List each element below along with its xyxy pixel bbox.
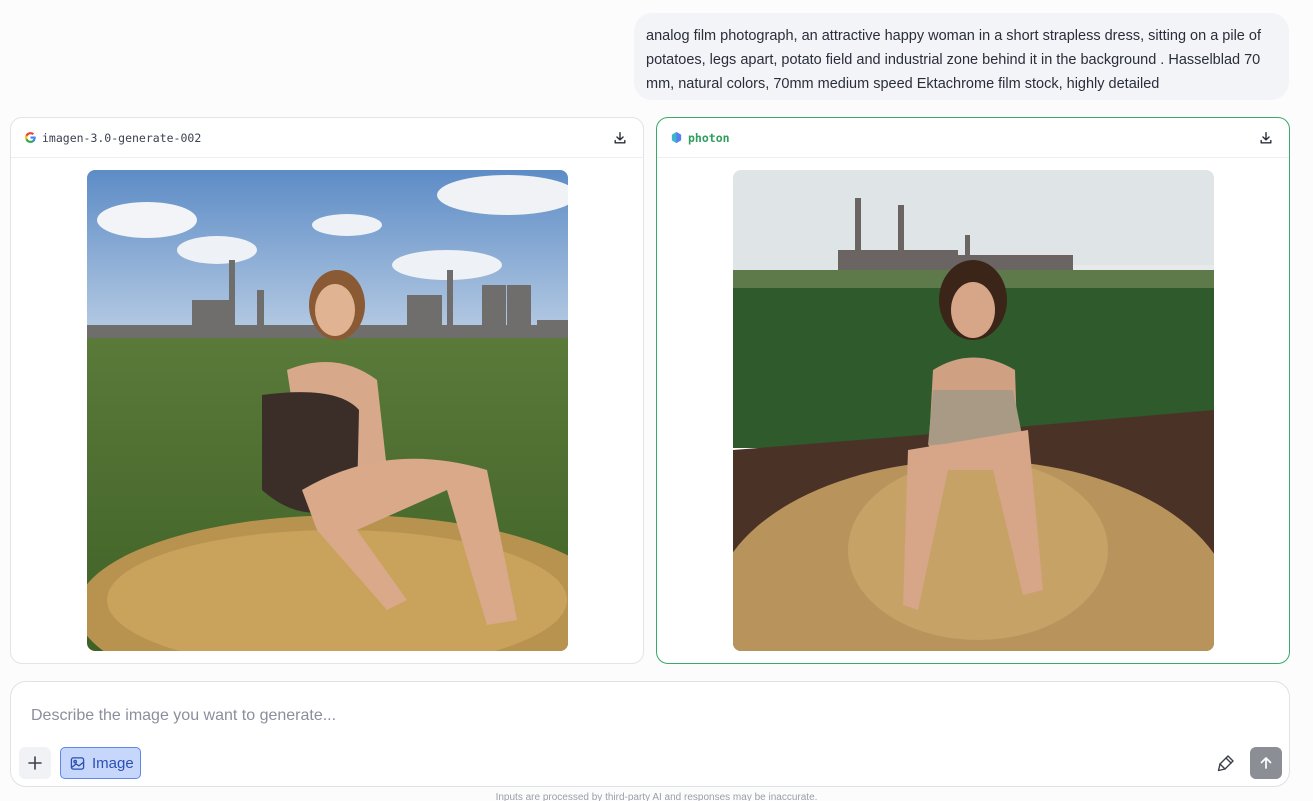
image-mode-toggle[interactable]: Image <box>60 747 141 779</box>
download-icon <box>1260 132 1272 144</box>
user-prompt-bubble: analog film photograph, an attractive ha… <box>634 13 1289 100</box>
result-panel-imagen: imagen-3.0-generate-002 <box>10 117 644 664</box>
download-button[interactable] <box>611 129 629 147</box>
download-icon <box>614 132 626 144</box>
generated-image[interactable] <box>87 170 568 651</box>
model-name: photon <box>688 130 730 145</box>
brush-icon <box>1217 755 1234 772</box>
download-button[interactable] <box>1257 129 1275 147</box>
prompt-input[interactable] <box>31 702 1031 730</box>
style-tool-button[interactable] <box>1214 751 1238 775</box>
panel-header: imagen-3.0-generate-002 <box>11 118 643 158</box>
generated-image[interactable] <box>733 170 1214 651</box>
footer-disclaimer: Inputs are processed by third-party AI a… <box>495 792 818 801</box>
image-mode-label: Image <box>92 754 134 772</box>
photon-logo-icon <box>670 131 683 144</box>
plus-icon <box>28 756 42 770</box>
image-icon <box>70 756 85 770</box>
add-attachment-button[interactable] <box>19 747 51 779</box>
user-prompt-text: analog film photograph, an attractive ha… <box>646 28 1261 92</box>
prompt-composer: Image <box>10 681 1290 787</box>
google-g-icon <box>24 131 37 144</box>
panel-header: photon <box>657 118 1289 158</box>
result-panel-photon: photon <box>656 117 1290 664</box>
send-button[interactable] <box>1250 747 1282 779</box>
model-name: imagen-3.0-generate-002 <box>42 130 202 145</box>
arrow-up-icon <box>1260 757 1272 769</box>
